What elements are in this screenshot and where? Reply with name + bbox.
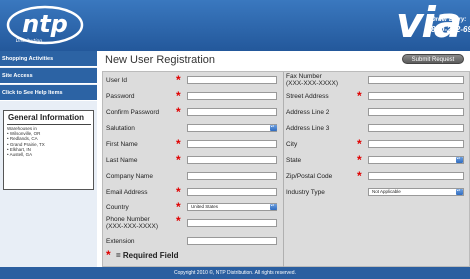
sidebar: Shopping Activities Site Access Click to… [0,51,97,267]
general-info-divider [7,124,91,125]
confirm-password-label: Confirm Password [106,109,160,116]
street-address-input[interactable] [368,92,464,100]
warehouse-list: • Wilsonville, OR • Redlands, CA • Grand… [7,131,45,157]
registration-form: User Id * Password * Confirm Password * … [102,71,470,268]
city-input[interactable] [368,140,464,148]
country-label: Country [106,204,129,211]
ntp-logo-text: ntp [22,10,68,38]
order-entry-label: Order Entry: [431,17,467,23]
address-line3-label: Address Line 3 [286,125,330,132]
required-marker: * [176,137,181,151]
via-logo: via [396,0,462,47]
last-name-label: Last Name [106,157,138,164]
state-label: State [286,157,302,164]
user-id-input[interactable] [187,76,277,84]
zip-input[interactable] [368,172,464,180]
fax-input[interactable] [368,76,464,84]
select-arrow-icon [456,156,463,163]
industry-type-label: Industry Type [286,189,325,196]
required-marker: * [176,105,181,119]
salutation-select[interactable] [187,124,277,132]
general-info-title: General Information [8,113,85,122]
submit-request-button[interactable]: Submit Request [402,54,464,64]
order-phone: 800-242-6987 [431,25,470,34]
address-line3-input[interactable] [368,124,464,132]
ntp-logo-subtext: Distribution [16,38,42,44]
fax-format-label: (XXX-XXX-XXXX) [286,80,339,87]
phone-input[interactable] [187,219,277,227]
confirm-password-input[interactable] [187,108,277,116]
warehouse-item: • Austell, GA [7,152,33,158]
email-input[interactable] [187,188,277,196]
email-label: Email Address [106,189,148,196]
address-line2-label: Address Line 2 [286,109,330,116]
city-label: City [286,141,298,148]
required-note-marker: * [106,248,111,262]
footer-copyright: Copyright 2010 ©, NTP Distribution. All … [0,267,470,279]
sidebar-item-help-items[interactable]: Click to See Help Items [0,85,97,101]
column-divider [283,72,284,268]
general-info-box: General Information Warehouses in • Wils… [3,110,94,190]
state-select[interactable] [368,156,464,164]
required-marker: * [176,185,181,199]
required-marker: * [357,89,362,103]
extension-label: Extension [106,238,135,245]
user-id-label: User Id [106,77,127,84]
zip-label: Zip/Postal Code [286,173,333,180]
page-title: New User Registration [105,54,216,66]
required-marker: * [357,153,362,167]
country-select[interactable]: United States [187,203,277,211]
password-input[interactable] [187,92,277,100]
company-name-input[interactable] [187,172,277,180]
required-marker: * [357,169,362,183]
required-marker: * [176,73,181,87]
phone-format-label: (XXX-XXX-XXXX) [106,223,159,230]
select-arrow-icon [270,124,277,131]
address-line2-input[interactable] [368,108,464,116]
main-content: New User Registration Submit Request Use… [97,51,470,268]
required-marker: * [357,137,362,151]
salutation-label: Salutation [106,125,135,132]
sidebar-item-shopping-activities[interactable]: Shopping Activities [0,51,97,67]
required-marker: * [176,89,181,103]
industry-type-select[interactable]: Not Applicable [368,188,464,196]
password-label: Password [106,93,135,100]
sidebar-item-site-access[interactable]: Site Access [0,68,97,84]
street-address-label: Street Address [286,93,329,100]
extension-input[interactable] [187,237,277,245]
select-arrow-icon [270,203,277,210]
site-header: ntp Distribution via Order Entry: 800-24… [0,0,470,51]
company-name-label: Company Name [106,173,153,180]
required-note: = Required Field [116,251,179,260]
last-name-input[interactable] [187,156,277,164]
ntp-logo[interactable]: ntp Distribution [5,4,85,46]
required-marker: * [176,200,181,214]
first-name-label: First Name [106,141,138,148]
required-marker: * [176,214,181,228]
required-marker: * [176,153,181,167]
first-name-input[interactable] [187,140,277,148]
select-arrow-icon [456,188,463,195]
